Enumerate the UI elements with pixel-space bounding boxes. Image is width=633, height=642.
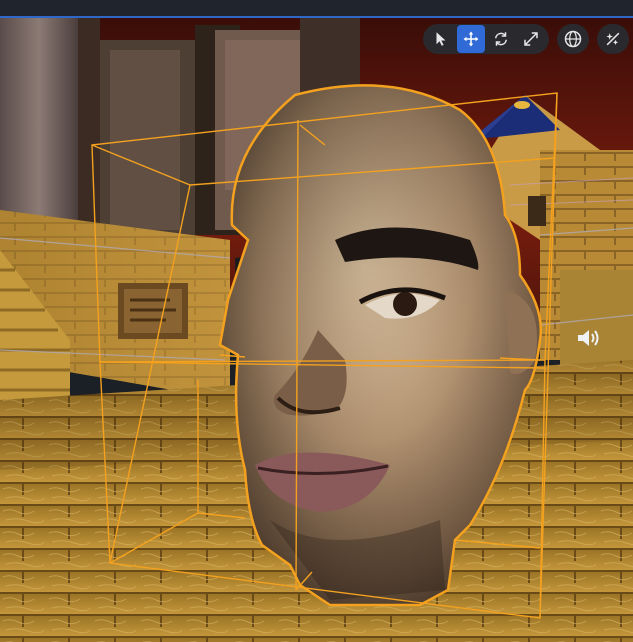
scale-icon — [524, 32, 538, 46]
snap-transform-button[interactable] — [597, 24, 629, 54]
move-tool-button[interactable] — [457, 25, 485, 53]
rotate-tool-button[interactable] — [487, 25, 515, 53]
cursor-arrow-icon — [436, 32, 446, 46]
transform-toolbar — [423, 24, 629, 54]
speaker-icon[interactable] — [575, 326, 601, 350]
scale-tool-button[interactable] — [517, 25, 545, 53]
world-space-toggle[interactable] — [557, 24, 589, 54]
select-tool-button[interactable] — [427, 25, 455, 53]
snap-transform-icon — [606, 32, 620, 46]
transform-tool-group — [423, 24, 549, 54]
rotate-icon — [495, 32, 507, 46]
globe-icon — [564, 30, 582, 48]
scene-render — [0, 18, 633, 642]
move-arrows-icon — [463, 31, 479, 47]
scene-viewport[interactable] — [0, 0, 633, 642]
viewport-top-bar — [0, 0, 633, 18]
